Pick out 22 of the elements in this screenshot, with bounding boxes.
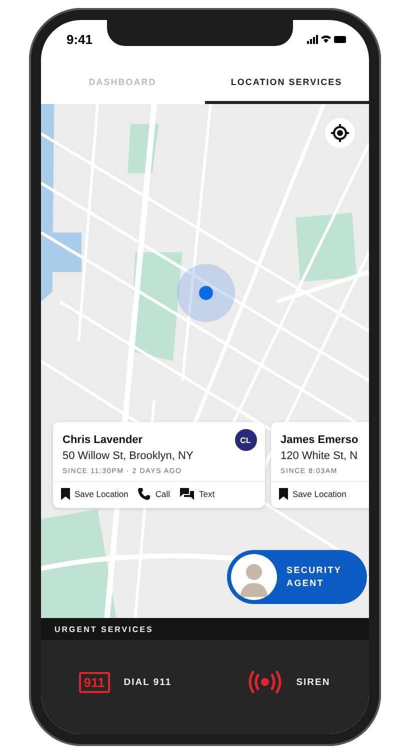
chat-icon — [180, 488, 194, 500]
status-time: 9:41 — [66, 32, 93, 46]
status-icons — [306, 34, 346, 44]
avatar-initials: CL — [234, 429, 256, 451]
bookmark-icon — [60, 488, 70, 500]
security-agent-button[interactable]: SECURITY AGENT — [226, 550, 366, 604]
action-button[interactable]: Save Location — [278, 488, 352, 500]
crosshair-icon — [330, 124, 348, 142]
action-button[interactable]: Save Location — [60, 488, 134, 500]
siren-icon — [248, 670, 282, 694]
contact-address: 120 White St, N — [280, 450, 359, 462]
dial-badge: 911 — [78, 672, 110, 692]
action-button[interactable]: Call — [138, 488, 176, 500]
action-button[interactable]: Text — [180, 488, 221, 500]
emergency-button[interactable]: 911 DIAL 911 — [72, 670, 178, 694]
section-title: URGENT SERVICES — [54, 624, 154, 634]
contact-name: James Emerso — [280, 434, 358, 446]
emergency-button[interactable]: SIREN — [242, 669, 336, 695]
bookmark-icon — [278, 488, 288, 500]
contact-name: Chris Lavender — [62, 434, 143, 446]
contact-address: 50 Willow St, Brooklyn, NY — [62, 450, 194, 462]
phone-icon — [138, 488, 150, 500]
